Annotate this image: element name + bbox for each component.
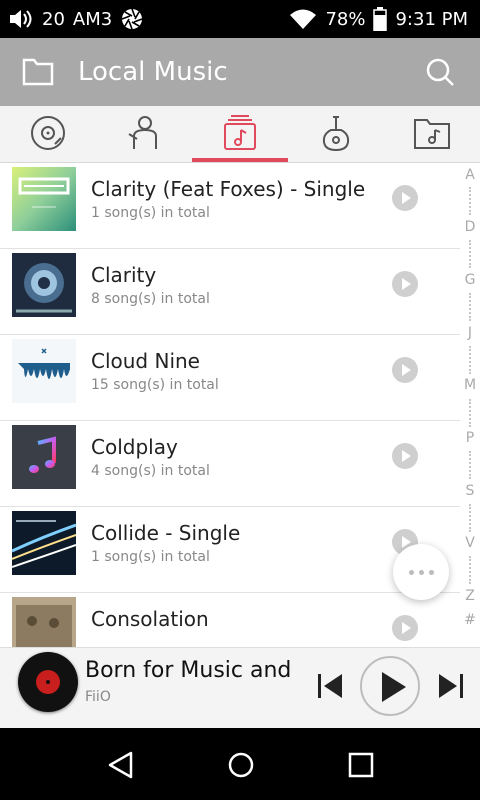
song-count: 15 song(s) in total <box>91 377 219 393</box>
carrier-label: AM3 <box>72 8 113 30</box>
play-icon[interactable] <box>392 357 418 383</box>
index-dots <box>469 556 471 584</box>
album-cover <box>12 597 76 647</box>
song-count: 1 song(s) in total <box>91 205 210 221</box>
index-dots <box>469 451 471 479</box>
album-title: Cloud Nine <box>91 349 200 373</box>
index-letter[interactable]: # <box>460 612 480 628</box>
recents-icon[interactable] <box>347 750 375 784</box>
clock: 9:31 PM <box>395 8 468 30</box>
album-title: Clarity (Feat Foxes) - Single <box>91 177 366 201</box>
index-dots <box>469 240 471 268</box>
play-button[interactable] <box>360 656 420 716</box>
album-cover <box>12 167 76 231</box>
more-dot <box>418 569 424 575</box>
album-title: Consolation <box>91 607 209 631</box>
artist-icon <box>125 114 163 156</box>
disc-icon <box>29 114 67 156</box>
list-item[interactable]: Clarity 8 song(s) in total <box>0 249 460 335</box>
index-dots <box>469 504 471 532</box>
back-icon[interactable] <box>107 750 135 784</box>
album-title: Coldplay <box>91 435 178 459</box>
status-number: 20 <box>42 8 65 30</box>
music-folder-icon <box>413 116 451 154</box>
index-letter[interactable]: P <box>460 430 480 446</box>
index-dots <box>469 187 471 215</box>
album-cover <box>12 511 76 575</box>
index-letter[interactable]: Z <box>460 588 480 604</box>
vinyl-disc-icon[interactable] <box>18 652 78 712</box>
album-title: Collide - Single <box>91 521 241 545</box>
index-letter[interactable]: A <box>460 167 480 183</box>
home-icon[interactable] <box>227 750 255 784</box>
index-dots <box>469 293 471 321</box>
folder-icon[interactable] <box>22 56 54 90</box>
battery-percent: 78% <box>325 8 366 30</box>
index-letter[interactable]: J <box>460 325 480 341</box>
song-count: 4 song(s) in total <box>91 463 210 479</box>
index-letter[interactable]: M <box>460 377 480 393</box>
play-icon[interactable] <box>392 443 418 469</box>
page-title: Local Music <box>78 57 228 87</box>
list-item[interactable]: Cloud Nine 15 song(s) in total <box>0 335 460 421</box>
album-title: Clarity <box>91 263 157 287</box>
play-icon[interactable] <box>392 185 418 211</box>
list-item[interactable]: Collide - Single 1 song(s) in total <box>0 507 460 593</box>
index-dots <box>469 399 471 427</box>
album-icon <box>221 114 259 156</box>
aperture-icon <box>120 7 144 31</box>
speaker-icon <box>8 7 34 31</box>
active-tab-indicator <box>192 158 288 162</box>
next-track-icon[interactable] <box>437 672 465 704</box>
search-icon[interactable] <box>424 56 456 92</box>
category-tabs <box>0 106 480 163</box>
song-count: 8 song(s) in total <box>91 291 210 307</box>
play-icon[interactable] <box>392 271 418 297</box>
index-letter[interactable]: D <box>460 219 480 235</box>
index-letter[interactable]: S <box>460 483 480 499</box>
list-item[interactable]: Coldplay 4 song(s) in total <box>0 421 460 507</box>
more-dot <box>428 569 434 575</box>
tab-folders[interactable] <box>384 106 480 163</box>
index-letter[interactable]: V <box>460 535 480 551</box>
album-cover <box>12 339 76 403</box>
tab-artists[interactable] <box>96 106 192 163</box>
more-dots-icon <box>408 569 414 575</box>
list-item[interactable]: Clarity (Feat Foxes) - Single 1 song(s) … <box>0 163 460 249</box>
previous-track-icon[interactable] <box>316 672 344 704</box>
app-bar: Local Music <box>0 38 480 106</box>
tab-genres[interactable] <box>288 106 384 163</box>
index-dots <box>469 346 471 374</box>
tab-albums[interactable] <box>192 106 288 163</box>
now-playing-artist: FiiO <box>85 689 111 705</box>
now-playing-bar[interactable]: Born for Music and FiiO <box>0 647 480 728</box>
list-item[interactable]: Consolation <box>0 593 460 647</box>
guitar-icon <box>317 114 355 156</box>
status-bar: 20 AM3 78% 9:31 PM <box>0 0 480 38</box>
album-cover <box>12 425 76 489</box>
system-navigation-bar <box>0 728 480 800</box>
album-list: Clarity (Feat Foxes) - Single 1 song(s) … <box>0 163 460 647</box>
index-letter[interactable]: G <box>460 272 480 288</box>
battery-icon <box>373 7 388 31</box>
alphabet-index[interactable]: A D G J M P S V Z # <box>460 163 480 647</box>
tab-songs[interactable] <box>0 106 96 163</box>
play-icon[interactable] <box>392 615 418 641</box>
wifi-icon <box>289 8 317 30</box>
song-count: 1 song(s) in total <box>91 549 210 565</box>
now-playing-title: Born for Music and <box>85 658 292 683</box>
more-options-button[interactable] <box>393 544 449 600</box>
album-cover <box>12 253 76 317</box>
